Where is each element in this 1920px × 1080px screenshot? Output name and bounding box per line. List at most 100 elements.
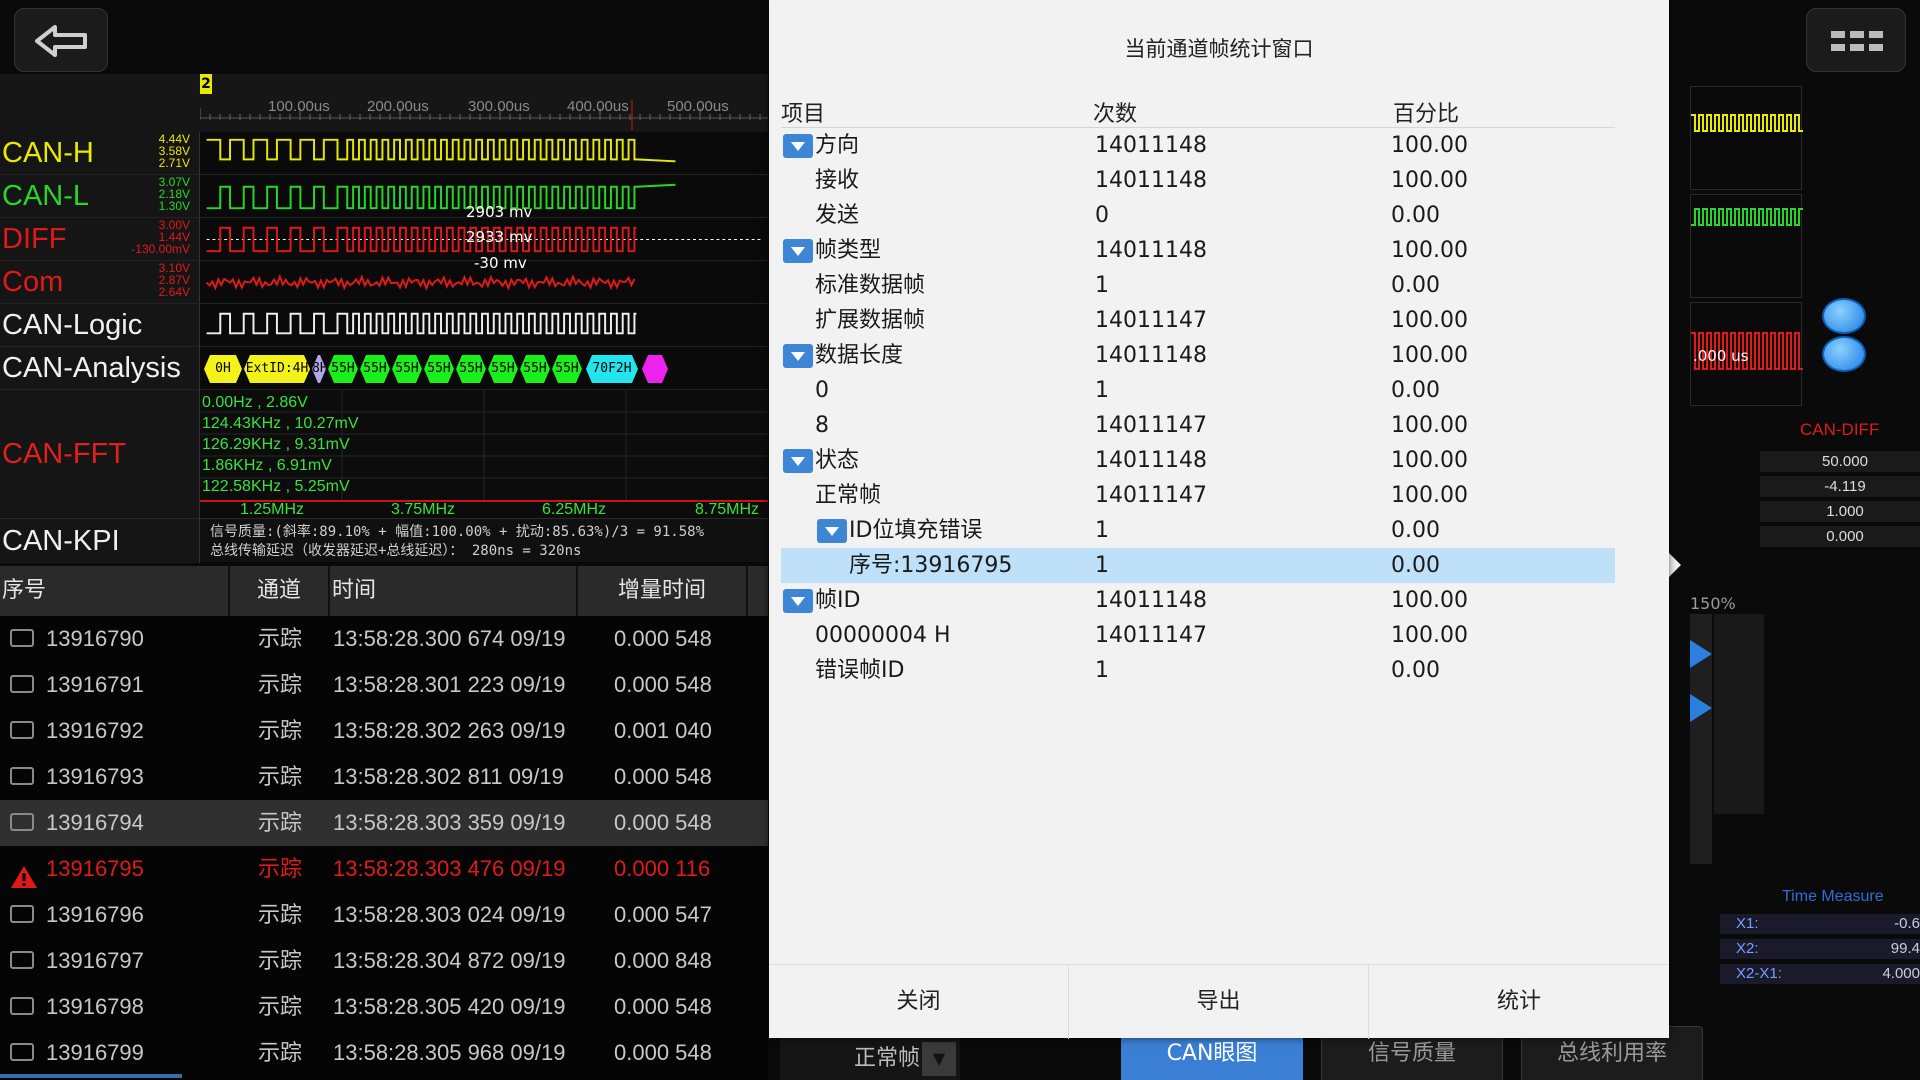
analysis-segment: 55H [552, 355, 582, 383]
expand-toggle-icon[interactable] [783, 134, 813, 158]
time-measure-title: Time Measure [1782, 888, 1884, 905]
stats-row[interactable]: 标准数据帧 1 0.00 [781, 268, 1615, 303]
cell-delta: 0.000 548 [614, 626, 712, 651]
channel-label: CAN-FFT [0, 390, 200, 518]
play-icon[interactable] [1690, 694, 1712, 722]
stats-item-name: 帧类型 [815, 238, 882, 263]
diff-value: 1.000 [1760, 501, 1920, 522]
channel-row-can-h[interactable]: CAN-H 4.44V 3.58V 2.71V [0, 132, 768, 175]
column-header-time[interactable]: 时间 [330, 566, 578, 616]
stats-item-percent: 100.00 [1391, 133, 1468, 158]
can-analysis-segments: 0H ExtID:4H 8H 55H 55H 55H 55H 55H 55H 55H 55H 70F2… [200, 347, 768, 390]
stats-row[interactable]: 接收 14011148 100.00 [781, 163, 1615, 198]
stats-row[interactable]: 00000004 H 14011147 100.00 [781, 618, 1615, 653]
table-row[interactable]: 13916797 示踪 13:58:28.304 872 09/19 0.000 84… [0, 938, 768, 984]
expand-toggle-icon[interactable] [783, 449, 813, 473]
column-header-seq[interactable]: 序号 [0, 566, 230, 616]
ruler-label: 500.00us [667, 98, 729, 115]
time-measure-row: X2-X1: 4.000 [1720, 964, 1920, 984]
fft-axis-label: 3.75MHz [391, 501, 456, 518]
table-row[interactable]: 13916796 示踪 13:58:28.303 024 09/19 0.000 54… [0, 892, 768, 938]
stats-row[interactable]: 错误帧ID 1 0.00 [781, 653, 1615, 688]
chevron-down-icon[interactable]: ▼ [922, 1042, 956, 1076]
expand-toggle-icon[interactable] [783, 344, 813, 368]
table-row[interactable]: 13916794 示踪 13:58:28.303 359 09/19 0.000 54… [0, 800, 768, 846]
stats-item-count: 1 [1095, 553, 1109, 578]
ruler-label: 400.00us [567, 98, 629, 115]
stats-row[interactable]: ID位填充错误 1 0.00 [781, 513, 1615, 548]
channel-row-com[interactable]: Com 3.10V 2.87V 2.64V [0, 261, 768, 304]
frame-table-header: 序号 通道 时间 增量时间 [0, 566, 768, 616]
stats-row[interactable]: 帧ID 14011148 100.00 [781, 583, 1615, 618]
analysis-segment [642, 355, 668, 383]
expand-toggle-icon[interactable] [783, 239, 813, 263]
channel-row-can-logic[interactable]: CAN-Logic [0, 304, 768, 347]
stats-row[interactable]: 帧类型 14011148 100.00 [781, 233, 1615, 268]
cell-delta: 0.000 116 [614, 856, 711, 881]
stats-item-name: 状态 [815, 448, 860, 473]
cell-channel: 示踪 [258, 902, 303, 927]
frame-icon [10, 675, 34, 693]
stats-item-percent: 100.00 [1391, 308, 1468, 333]
stats-row[interactable]: 数据长度 14011148 100.00 [781, 338, 1615, 373]
table-row[interactable]: 13916790 示踪 13:58:28.300 674 09/19 0.000 54… [0, 616, 768, 662]
stats-item-percent: 0.00 [1391, 658, 1440, 683]
channel-row-can-analysis[interactable]: CAN-Analysis 0H ExtID:4H 8H 55H 55H 55H 55H 55H… [0, 347, 768, 390]
horizontal-scrollbar[interactable] [0, 1074, 182, 1078]
frame-icon [10, 629, 34, 647]
table-row[interactable]: 13916799 示踪 13:58:28.305 968 09/19 0.000 54… [0, 1030, 768, 1076]
channel-label: CAN-Analysis [0, 347, 200, 389]
back-button[interactable] [14, 8, 108, 72]
stats-row[interactable]: 方向 14011148 100.00 [781, 128, 1615, 163]
app-root: 2 100.00us 200.00us 300.00us 400.00us 50… [0, 0, 1920, 1080]
cell-channel: 示踪 [258, 672, 303, 697]
stats-item-count: 1 [1095, 378, 1109, 403]
trigger-marker[interactable]: 2 [200, 74, 212, 94]
fft-peak: 0.00Hz , 2.86V [202, 394, 308, 411]
fft-axis: 1.25MHz 3.75MHz 6.25MHz 8.75MHz [200, 500, 768, 518]
channel-volts: 3.07V 2.18V 1.30V [158, 175, 190, 213]
frame-filter[interactable]: 正常帧 ▼ [780, 1038, 960, 1080]
column-header-channel[interactable]: 通道 [230, 566, 330, 616]
stats-item-name: 标准数据帧 [815, 273, 926, 298]
fft-peak: 124.43KHz , 10.27mV [202, 415, 359, 432]
play-icon[interactable] [1690, 640, 1712, 668]
cursor-handle[interactable] [1822, 298, 1866, 334]
stats-row[interactable]: 正常帧 14011147 100.00 [781, 478, 1615, 513]
stats-row[interactable]: 0 1 0.00 [781, 373, 1615, 408]
close-button[interactable]: 关闭 [769, 965, 1069, 1039]
export-button[interactable]: 导出 [1069, 965, 1369, 1039]
table-row[interactable]: 13916791 示踪 13:58:28.301 223 09/19 0.000 54… [0, 662, 768, 708]
diff-annotation: 2933 mv [466, 228, 533, 246]
column-header-delta[interactable]: 增量时间 [578, 566, 748, 616]
time-ruler: 100.00us 200.00us 300.00us 400.00us 500.… [200, 94, 768, 132]
stats-item-name: 发送 [815, 203, 860, 228]
stats-row[interactable]: 扩展数据帧 14011147 100.00 [781, 303, 1615, 338]
cell-delta: 0.000 547 [614, 902, 712, 927]
stats-row[interactable]: 8 14011147 100.00 [781, 408, 1615, 443]
table-row[interactable]: 13916793 示踪 13:58:28.302 811 09/19 0.000 54… [0, 754, 768, 800]
cursor-handle[interactable] [1822, 336, 1866, 372]
table-row[interactable]: 13916798 示踪 13:58:28.305 420 09/19 0.000 54… [0, 984, 768, 1030]
stats-item-name: 0 [815, 378, 829, 403]
cell-channel: 示踪 [258, 994, 303, 1019]
fft-panel[interactable]: CAN-FFT 0.00Hz , 2.86V 124.43KHz , 10.27… [0, 390, 768, 518]
channel-volts: 3.10V 2.87V 2.64V [158, 261, 190, 299]
stats-row[interactable]: 状态 14011148 100.00 [781, 443, 1615, 478]
channel-row-diff[interactable]: DIFF 3.00V 1.44V -130.00mV 2903 mv 2933 mv… [0, 203, 768, 272]
table-row[interactable]: 13916792 示踪 13:58:28.302 263 09/19 0.001 04… [0, 708, 768, 754]
menu-button[interactable] [1806, 8, 1906, 72]
cell-delta: 0.000 548 [614, 810, 712, 835]
frame-icon [10, 905, 34, 923]
channel-row-can-l[interactable]: CAN-L 3.07V 2.18V 1.30V [0, 175, 768, 218]
diff-value: 50.000 [1760, 451, 1920, 472]
stats-item-count: 14011148 [1095, 448, 1207, 473]
statistics-button[interactable]: 统计 [1369, 965, 1669, 1039]
analysis-segment: 55H [328, 355, 358, 383]
expand-toggle-icon[interactable] [783, 589, 813, 613]
warning-icon [10, 859, 37, 888]
expand-toggle-icon[interactable] [817, 519, 847, 543]
table-row[interactable]: 13916795 示踪 13:58:28.303 476 09/19 0.000 11… [0, 846, 768, 892]
stats-row[interactable]: 序号:13916795 1 0.00 [781, 548, 1615, 583]
stats-row[interactable]: 发送 0 0.00 [781, 198, 1615, 233]
